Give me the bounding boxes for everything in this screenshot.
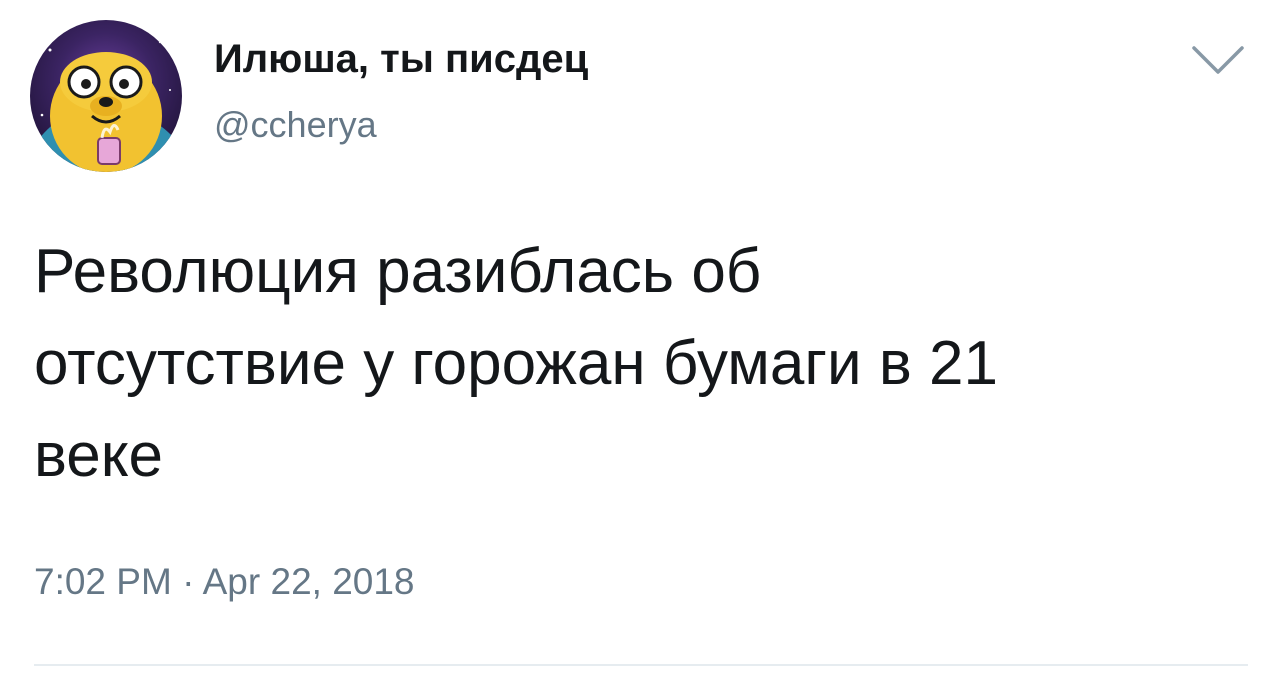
chevron-down-icon — [1192, 46, 1244, 74]
tweet-text-line: отсутствие у горожан бумаги в 21 — [34, 329, 998, 398]
divider — [34, 664, 1248, 666]
author-display-name[interactable]: Илюша, ты писдец — [214, 36, 588, 82]
tweet-text-line: Революция разиблась об — [34, 237, 762, 306]
author-handle[interactable]: @ccherya — [214, 104, 377, 145]
tweet-text: Революция разиблась об отсутствие у горо… — [34, 226, 1234, 502]
tweet-timestamp[interactable]: 7:02 PM · Apr 22, 2018 — [34, 561, 415, 604]
tweet-text-line: веке — [34, 421, 164, 490]
avatar[interactable] — [30, 20, 182, 172]
cartoon-dog-avatar-icon — [30, 20, 182, 172]
tweet-menu-button[interactable] — [1188, 40, 1248, 80]
